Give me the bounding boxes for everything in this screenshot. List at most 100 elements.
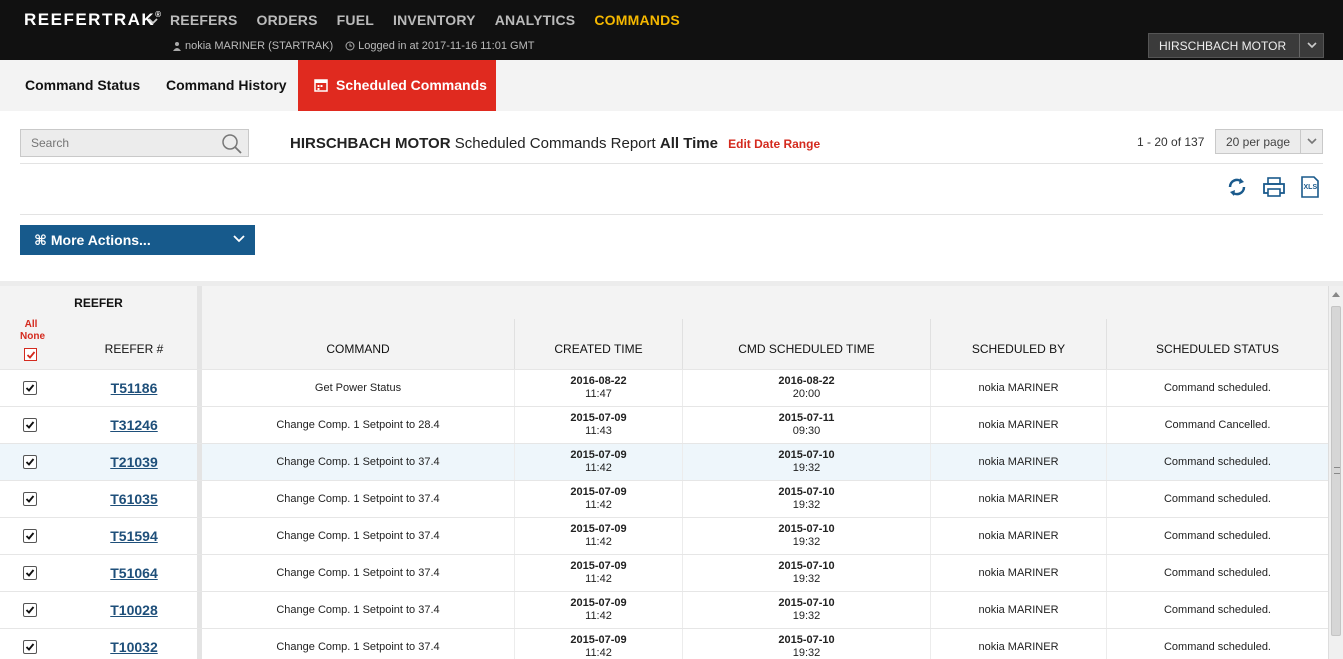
tab-command-history[interactable]: Command History	[166, 60, 287, 111]
row-checkbox[interactable]	[23, 381, 37, 395]
reefer-link[interactable]: T51186	[70, 380, 198, 396]
chevron-down-icon[interactable]	[146, 14, 160, 28]
cell-created-time: 2015-07-09 11:42	[514, 555, 682, 592]
cell-created-time-date: 2015-07-09	[570, 523, 627, 535]
row-checkbox[interactable]	[23, 492, 37, 506]
cell-scheduled-by: nokia MARINER	[930, 370, 1106, 407]
nav-inventory[interactable]: INVENTORY	[393, 12, 476, 28]
reefer-link[interactable]: T61035	[70, 491, 198, 507]
column-header-command[interactable]: COMMAND	[202, 319, 514, 369]
cell-scheduled-time: 2016-08-22 20:00	[682, 370, 930, 407]
scrollbar-thumb[interactable]	[1331, 306, 1341, 636]
table-row[interactable]: T10028 Change Comp. 1 Setpoint to 37.4 201…	[0, 591, 1328, 629]
nav-fuel[interactable]: FUEL	[337, 12, 374, 28]
cell-created-time-date: 2015-07-09	[570, 597, 627, 609]
cell-command: Get Power Status	[314, 382, 402, 394]
search-input[interactable]	[21, 130, 211, 156]
reefer-link[interactable]: T51064	[70, 565, 198, 581]
chevron-down-icon	[233, 235, 245, 243]
table-row[interactable]: T61035 Change Comp. 1 Setpoint to 37.4 201…	[0, 480, 1328, 518]
reefer-link[interactable]: T51594	[70, 528, 198, 544]
table-row[interactable]: T31246 Change Comp. 1 Setpoint to 28.4 201…	[0, 406, 1328, 444]
cell-scheduled-time-date: 2015-07-10	[778, 486, 835, 498]
column-header-scheduled-status[interactable]: SCHEDULED STATUS	[1106, 319, 1328, 369]
checkmark-icon	[26, 351, 36, 359]
reefer-link[interactable]: T31246	[70, 417, 198, 433]
tab-scheduled-commands-label: Scheduled Commands	[336, 77, 487, 93]
cell-scheduled-status: Command scheduled.	[1106, 629, 1328, 659]
cell-scheduled-time-time: 19:32	[792, 647, 821, 659]
nav-reefers[interactable]: REEFERS	[170, 12, 238, 28]
per-page-select[interactable]: 20 per page	[1215, 129, 1323, 154]
checkmark-icon	[25, 643, 35, 651]
cell-created-time: 2016-08-22 11:47	[514, 370, 682, 407]
row-checkbox[interactable]	[23, 418, 37, 432]
cell-scheduled-time-time: 09:30	[792, 425, 821, 437]
cell-created-time-date: 2016-08-22	[570, 375, 627, 387]
select-all-checkbox[interactable]	[24, 348, 37, 361]
scroll-up-arrow-icon[interactable]	[1332, 292, 1340, 297]
per-page-toggle[interactable]	[1300, 130, 1322, 153]
cell-created-time: 2015-07-09 11:42	[514, 592, 682, 629]
cell-scheduled-time-date: 2015-07-10	[778, 449, 835, 461]
row-checkbox[interactable]	[23, 603, 37, 617]
report-title: HIRSCHBACH MOTOR Scheduled Commands Repo…	[290, 135, 820, 152]
report-company: HIRSCHBACH MOTOR	[290, 135, 451, 152]
checkmark-icon	[25, 606, 35, 614]
divider	[20, 214, 1323, 215]
vertical-scrollbar[interactable]	[1328, 286, 1343, 659]
cell-created-time-time: 11:43	[585, 425, 612, 437]
cell-scheduled-time-time: 19:32	[792, 499, 821, 511]
reefer-link[interactable]: T21039	[70, 454, 198, 470]
table-row[interactable]: T10032 Change Comp. 1 Setpoint to 37.4 201…	[0, 628, 1328, 659]
column-header-scheduled-time[interactable]: CMD SCHEDULED TIME	[682, 319, 930, 369]
tab-bar: Command Status Command History Scheduled…	[0, 60, 1343, 111]
column-header-created-time[interactable]: CREATED TIME	[514, 319, 682, 369]
cell-scheduled-time-date: 2015-07-10	[778, 523, 835, 535]
brand-logo[interactable]: REEFERTRAK®	[24, 10, 163, 30]
row-checkbox[interactable]	[23, 529, 37, 543]
tab-scheduled-commands[interactable]: Scheduled Commands	[298, 60, 496, 111]
cell-scheduled-by: nokia MARINER	[930, 555, 1106, 592]
cell-command: Change Comp. 1 Setpoint to 37.4	[276, 567, 440, 579]
company-selector[interactable]: HIRSCHBACH MOTOR	[1148, 33, 1324, 58]
column-header-scheduled-by[interactable]: SCHEDULED BY	[930, 319, 1106, 369]
edit-date-range-link[interactable]: Edit Date Range	[728, 137, 820, 151]
refresh-icon[interactable]	[1225, 175, 1249, 199]
nav-orders[interactable]: ORDERS	[257, 12, 318, 28]
svg-text:XLS: XLS	[1304, 184, 1318, 191]
nav-commands[interactable]: COMMANDS	[594, 12, 680, 28]
top-bar: REEFERTRAK® REEFERS ORDERS FUEL INVENTOR…	[0, 0, 1343, 60]
table-row[interactable]: T21039 Change Comp. 1 Setpoint to 37.4 201…	[0, 443, 1328, 481]
reefer-link[interactable]: T10028	[70, 602, 198, 618]
cell-scheduled-status: Command scheduled.	[1106, 370, 1328, 407]
cell-created-time-date: 2015-07-09	[570, 634, 627, 646]
table-row[interactable]: T51594 Change Comp. 1 Setpoint to 37.4 201…	[0, 517, 1328, 555]
main-nav: REEFERS ORDERS FUEL INVENTORY ANALYTICS …	[170, 12, 699, 28]
tab-command-status[interactable]: Command Status	[25, 60, 140, 111]
xls-export-icon[interactable]: XLS	[1298, 175, 1322, 199]
column-header-reefer[interactable]: REEFER #	[70, 342, 198, 356]
scheduled-commands-table: REEFER All None REEFER # COMMAND CREATED…	[0, 286, 1328, 659]
clock-icon	[345, 41, 355, 51]
cell-scheduled-time-time: 19:32	[792, 536, 821, 548]
select-none-link[interactable]: None	[20, 331, 45, 343]
print-icon[interactable]	[1262, 175, 1286, 199]
report-range: All Time	[659, 135, 718, 152]
row-checkbox[interactable]	[23, 640, 37, 654]
table-row[interactable]: T51064 Change Comp. 1 Setpoint to 37.4 201…	[0, 554, 1328, 592]
cell-command: Change Comp. 1 Setpoint to 37.4	[276, 456, 440, 468]
row-checkbox[interactable]	[23, 455, 37, 469]
nav-analytics[interactable]: ANALYTICS	[495, 12, 576, 28]
report-panel: HIRSCHBACH MOTOR Scheduled Commands Repo…	[0, 111, 1343, 281]
company-selector-toggle[interactable]	[1299, 34, 1323, 57]
table-row[interactable]: T51186 Get Power Status 2016-08-22 11:47 201…	[0, 369, 1328, 407]
cell-scheduled-time-time: 19:32	[792, 573, 821, 585]
cell-created-time-date: 2015-07-09	[570, 449, 627, 461]
search-icon[interactable]	[221, 133, 243, 155]
reefer-link[interactable]: T10032	[70, 639, 198, 655]
select-all-link[interactable]: All	[20, 319, 42, 331]
cell-scheduled-by: nokia MARINER	[930, 592, 1106, 629]
more-actions-button[interactable]: ⌘ More Actions...	[20, 225, 255, 255]
row-checkbox[interactable]	[23, 566, 37, 580]
